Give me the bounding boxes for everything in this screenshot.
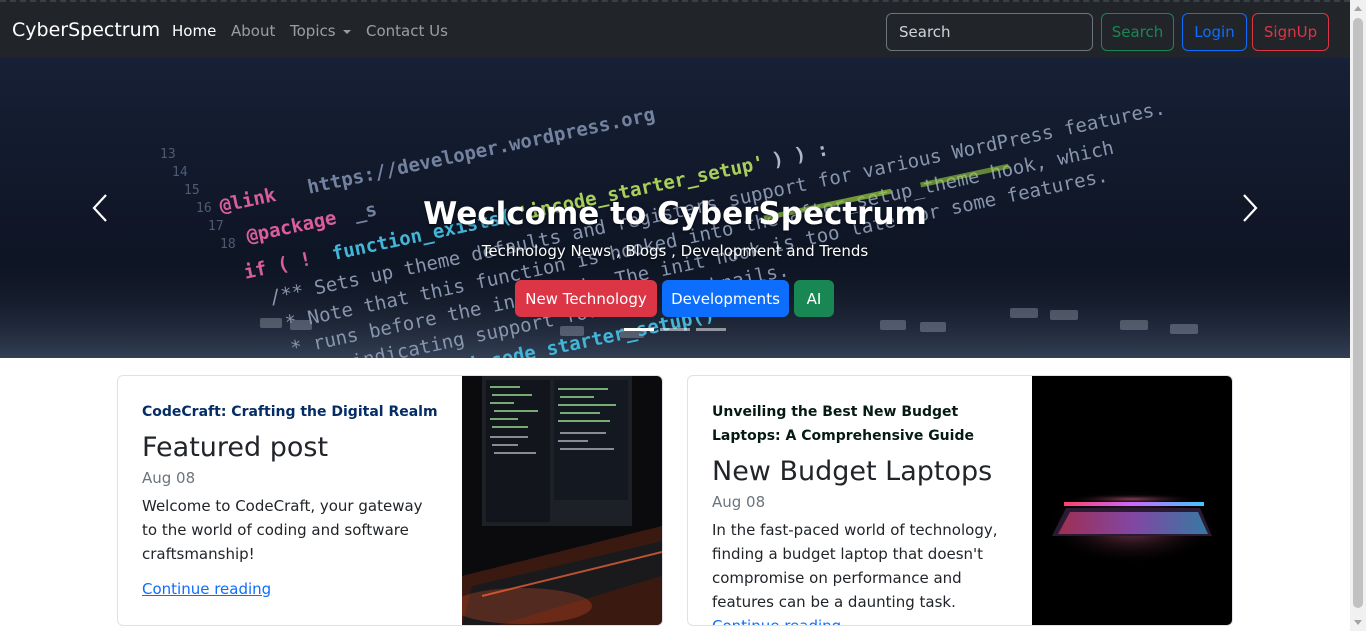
card-title: New Budget Laptops — [712, 456, 993, 487]
hero-subtitle: Technology News , Blogs , Development an… — [481, 242, 869, 260]
budget-laptops-card: Unveiling the Best New Budget Laptops: A… — [687, 375, 1233, 626]
search-input[interactable] — [886, 13, 1093, 51]
signup-button[interactable]: SignUp — [1252, 13, 1329, 51]
coding-monitor-image — [462, 376, 662, 625]
featured-post-card: CodeCraft: Crafting the Digital Realm Fe… — [117, 375, 663, 626]
hero-title: Weclcome to CyberSpectrum — [423, 196, 927, 232]
chevron-down-icon — [342, 29, 351, 34]
card-title: Featured post — [142, 432, 329, 463]
scrollbar-thumb[interactable] — [1353, 18, 1363, 608]
brand-logo[interactable]: CyberSpectrum — [12, 19, 160, 41]
continue-reading-link[interactable]: Continue reading — [142, 580, 271, 598]
card-text: In the fast-paced world of technology, f… — [712, 521, 998, 611]
nav-link-about[interactable]: About — [231, 22, 275, 40]
card-date: Aug 08 — [142, 469, 196, 487]
card-category: Unveiling the Best New Budget Laptops: A… — [712, 404, 974, 444]
card-text: Welcome to CodeCraft, your gateway to th… — [142, 497, 423, 563]
nav-link-topics-label: Topics — [290, 22, 336, 40]
navbar: CyberSpectrum Home About Topics Contact … — [0, 0, 1350, 58]
nav-link-home[interactable]: Home — [172, 22, 216, 40]
nav-link-topics[interactable]: Topics — [290, 22, 351, 40]
login-button[interactable]: Login — [1182, 13, 1247, 51]
new-technology-button[interactable]: New Technology — [515, 280, 657, 317]
card-category: CodeCraft: Crafting the Digital Realm — [142, 404, 438, 420]
card-date: Aug 08 — [712, 493, 766, 511]
carousel-indicator-2[interactable] — [660, 328, 690, 331]
hero-carousel: @link https://developer.wordpress.org @p… — [0, 58, 1350, 358]
carousel-indicator-3[interactable] — [696, 328, 726, 331]
developments-button[interactable]: Developments — [662, 280, 789, 317]
continue-reading-link[interactable]: Continue reading — [712, 617, 841, 625]
scroll-up-icon[interactable] — [1354, 6, 1362, 11]
search-button[interactable]: Search — [1101, 13, 1174, 51]
carousel-indicator-1[interactable] — [624, 328, 654, 331]
page-scrollbar[interactable] — [1350, 0, 1366, 631]
nav-link-contact[interactable]: Contact Us — [366, 22, 448, 40]
ai-button[interactable]: AI — [794, 280, 834, 317]
scroll-down-icon[interactable] — [1354, 620, 1362, 625]
laptop-image — [1032, 376, 1232, 625]
